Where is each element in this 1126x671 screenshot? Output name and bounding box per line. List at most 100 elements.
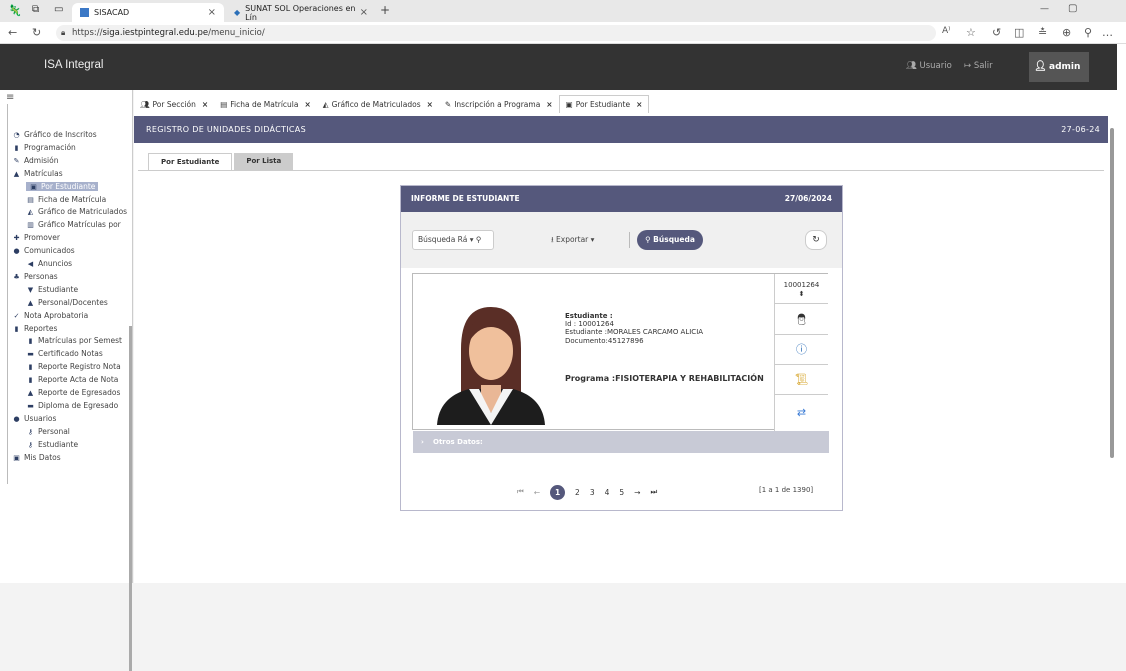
sidebar-item[interactable]: ▮ Programación <box>12 143 76 152</box>
favorites-icon[interactable]: ≛ <box>1038 26 1047 39</box>
split-screen-icon[interactable]: ◫ <box>1014 26 1024 39</box>
read-aloud-icon[interactable]: A⁾ <box>942 26 950 36</box>
salir-link[interactable]: ↦ Salir <box>964 61 993 71</box>
otros-datos-row[interactable]: › Otros Datos: <box>413 431 829 453</box>
sidebar-item[interactable]: ▼ Estudiante <box>26 285 78 294</box>
sidebar-item[interactable]: ◀ Anuncios <box>26 259 72 268</box>
certificate-button[interactable]: 📜︎ <box>775 365 828 395</box>
certificate-icon: 📜︎ <box>794 373 809 386</box>
tab-grafico-matriculados[interactable]: ◭ Gráfico de Matriculados × <box>317 95 439 113</box>
tab-por-seccion[interactable]: 👥︎ Por Sección × <box>134 95 214 113</box>
subtab-por-estudiante[interactable]: Por Estudiante <box>148 153 233 170</box>
prev-page-icon[interactable]: ← <box>534 488 540 497</box>
app-brand[interactable]: ISA Integral <box>44 59 103 71</box>
transfer-button[interactable]: ⇄ <box>775 395 828 431</box>
sidebar-item[interactable]: ▲ Reporte de Egresados <box>26 388 121 397</box>
sidebar-item[interactable]: ▬ Diploma de Egresado <box>26 401 118 410</box>
minimize-button[interactable]: — <box>1040 4 1049 14</box>
tab-por-estudiante[interactable]: ▣ Por Estudiante × <box>558 95 650 113</box>
url-field[interactable]: 🔒︎ https://siga.iestpintegral.edu.pe/men… <box>56 25 936 41</box>
sidebar-item-label: Diploma de Egresado <box>38 400 119 410</box>
sidebar-item[interactable]: ▮ Reporte Acta de Nota <box>26 375 119 384</box>
sidebar-item[interactable]: ♣ Personas <box>12 272 57 281</box>
sidebar-item[interactable]: ▲ Matrículas <box>12 169 63 178</box>
sidebar-item[interactable]: ▬ Certificado Notas <box>26 349 103 358</box>
sidebar-item[interactable]: ◭ Gráfico de Matriculados <box>26 207 127 216</box>
page-4[interactable]: 4 <box>605 488 610 497</box>
close-icon[interactable]: × <box>202 100 208 109</box>
info-button[interactable]: ⓘ <box>775 335 828 365</box>
user-profile-button[interactable]: 👨︎ <box>775 304 828 335</box>
book-icon: ▮ <box>28 337 33 346</box>
sidebar-item[interactable]: ⚷ Estudiante <box>26 440 78 449</box>
favorite-star-icon[interactable]: ☆ <box>966 26 976 39</box>
main-scrollbar[interactable] <box>1109 116 1115 583</box>
sidebar-item-label: Ficha de Matrícula <box>38 194 107 204</box>
admin-user-button[interactable]: 👤︎ admin <box>1029 52 1089 82</box>
collections-icon[interactable]: ⊕ <box>1062 26 1071 39</box>
hamburger-icon[interactable]: ≡ <box>6 92 14 103</box>
close-icon[interactable]: × <box>304 100 310 109</box>
sidebar-item[interactable]: ▣ Por Estudiante <box>26 181 99 191</box>
search-icon: ⚲ <box>475 235 482 244</box>
next-page-icon[interactable]: → <box>634 488 640 497</box>
sidebar-item[interactable]: ▮ Reporte Registro Nota <box>26 362 121 371</box>
main-content: 👥︎ Por Sección × ▤ Ficha de Matrícula × ◭ Grá… <box>134 90 1117 583</box>
tab-ficha-matricula[interactable]: ▤ Ficha de Matrícula × <box>214 95 317 113</box>
tab-actions-icon[interactable]: ▭ <box>54 4 63 15</box>
sidebar-item-label: Mis Datos <box>24 452 61 462</box>
scrollbar-thumb[interactable] <box>1110 128 1114 458</box>
new-tab-button[interactable]: + <box>380 3 390 17</box>
sidebar-item[interactable]: ▮ Matrículas por Semest <box>26 336 122 345</box>
close-icon[interactable]: × <box>636 100 642 109</box>
sidebar-item[interactable]: ● Usuarios <box>12 414 56 423</box>
quick-search-dropdown[interactable]: Búsqueda Rá ▾ ⚲ <box>412 230 494 250</box>
close-icon[interactable]: × <box>427 100 433 109</box>
sidebar-item-label: Comunicados <box>24 246 75 256</box>
sidebar-item[interactable]: ▮ Reportes <box>12 324 58 333</box>
sidebar-item[interactable]: ◔ Gráfico de Inscritos <box>12 130 96 139</box>
maximize-button[interactable]: ▢ <box>1068 3 1077 14</box>
first-page-icon[interactable]: ⏮ <box>517 487 524 497</box>
graduation-icon: ▲ <box>27 389 34 397</box>
browser-tab-sunat[interactable]: ◆ SUNAT SOL Operaciones en Lín × <box>226 3 376 22</box>
reload-extension-icon[interactable]: ↺ <box>992 26 1001 39</box>
refresh-icon[interactable]: ↻ <box>32 26 41 39</box>
back-icon[interactable]: ← <box>8 26 17 39</box>
page-3[interactable]: 3 <box>590 488 595 497</box>
sidebar-item[interactable]: ▥ Gráfico Matrículas por <box>26 220 121 229</box>
tab-inscripcion-programa[interactable]: ✎ Inscripción a Programa × <box>439 95 559 113</box>
sidebar-item[interactable]: ▲ Personal/Docentes <box>26 298 108 307</box>
workspaces-icon[interactable]: ⧉ <box>32 4 39 15</box>
sidebar-item-label: Promover <box>24 233 60 243</box>
browser-tab-sisacad[interactable]: SISACAD × <box>72 3 224 22</box>
more-icon[interactable]: … <box>1102 26 1113 39</box>
usuario-link[interactable]: 👥︎ Usuario <box>906 61 952 71</box>
extensions-icon[interactable]: ⚲ <box>1084 26 1092 39</box>
browser-profile-icon[interactable]: 🦎 <box>8 4 22 17</box>
id-card-icon: ▣ <box>565 100 573 109</box>
page-1[interactable]: 1 <box>550 484 566 500</box>
close-tab-icon[interactable]: × <box>360 7 368 18</box>
search-button[interactable]: ⚲ Búsqueda <box>637 230 703 250</box>
sidebar-item[interactable]: ▤ Ficha de Matrícula <box>26 195 106 204</box>
browser-side-strip <box>1117 44 1126 583</box>
caret-right-icon: › <box>421 438 424 446</box>
sidebar-item[interactable]: ⚷ Personal <box>26 427 70 436</box>
export-button[interactable]: ⭳ Exportar ▾ <box>551 234 594 247</box>
subtab-por-lista[interactable]: Por Lista <box>234 153 294 170</box>
last-page-icon[interactable]: ⏭ <box>650 487 657 497</box>
sidebar-item[interactable]: ✎ Admisión <box>12 156 59 165</box>
page-5[interactable]: 5 <box>619 488 624 497</box>
refresh-button[interactable]: ↻ <box>805 230 827 250</box>
sidebar-item[interactable]: ● Comunicados <box>12 246 75 256</box>
user-icon: ▲ <box>27 298 34 307</box>
sidebar-item[interactable]: ✚ Promover <box>12 233 60 242</box>
sidebar-item[interactable]: ▣ Mis Datos <box>12 452 61 462</box>
sidebar-item[interactable]: ✓ Nota Aprobatoria <box>12 311 89 320</box>
page-2[interactable]: 2 <box>575 488 580 497</box>
sidebar-scrollbar[interactable] <box>129 326 132 671</box>
user-plus-icon: ✚ <box>13 234 20 243</box>
close-tab-icon[interactable]: × <box>208 7 216 18</box>
close-icon[interactable]: × <box>546 100 552 109</box>
